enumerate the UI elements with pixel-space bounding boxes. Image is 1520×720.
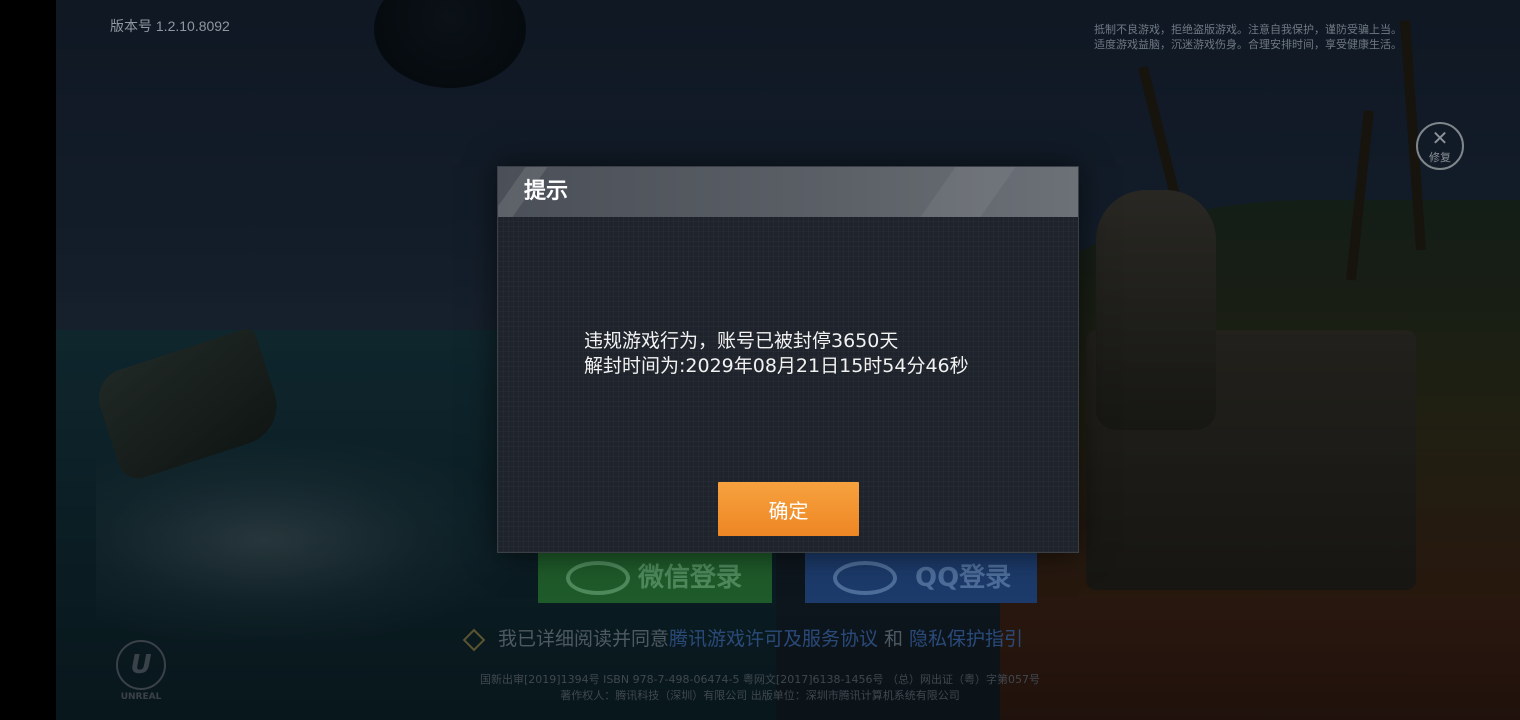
dialog-title: 提示 <box>524 179 569 204</box>
health-notice-line: 抵制不良游戏，拒绝盗版游戏。注意自我保护，谨防受骗上当。 <box>1094 23 1402 36</box>
dialog-message: 违规游戏行为，账号已被封停3650天 解封时间为:2029年08月21日15时5… <box>584 329 969 379</box>
privacy-guide-link[interactable]: 隐私保护指引 <box>909 628 1023 650</box>
agreement-and: 和 <box>884 628 904 650</box>
agreement-row: 我已详细阅读并同意腾讯游戏许可及服务协议和隐私保护指引 <box>460 624 1023 654</box>
unreal-engine-logo: U UNREAL <box>108 640 174 710</box>
wechat-login-button[interactable]: 微信登录 <box>538 553 772 603</box>
ban-duration-text: 违规游戏行为，账号已被封停3650天 <box>584 330 899 352</box>
unban-time-text: 解封时间为:2029年08月21日15时54分46秒 <box>584 355 969 377</box>
qq-penguin-icon <box>833 561 897 595</box>
health-notice-line: 适度游戏益脑，沉迷游戏伤身。合理安排时间，享受健康生活。 <box>1094 38 1402 51</box>
license-line: 国新出审[2019]1394号 ISBN 978-7-498-06474-5 粤… <box>480 673 1040 686</box>
qq-login-label: QQ登录 <box>915 563 1012 593</box>
ban-notice-dialog: 提示 违规游戏行为，账号已被封停3650天 解封时间为:2029年08月21日1… <box>497 166 1079 553</box>
unreal-logo-text: UNREAL <box>120 692 162 702</box>
service-agreement-link[interactable]: 腾讯游戏许可及服务协议 <box>669 628 878 650</box>
header-stripe <box>920 167 1016 217</box>
version-label: 版本号 1.2.10.8092 <box>110 18 230 34</box>
qq-login-button[interactable]: QQ登录 <box>805 553 1037 603</box>
agreement-checkbox[interactable] <box>462 628 486 651</box>
dialog-header: 提示 <box>498 167 1078 217</box>
wechat-icon <box>566 561 630 595</box>
unreal-logo-icon: U <box>116 640 166 690</box>
agreement-prefix: 我已详细阅读并同意 <box>498 628 670 650</box>
repair-button[interactable]: ✕ 修复 <box>1416 122 1464 170</box>
game-screen: 版本号 1.2.10.8092 抵制不良游戏，拒绝盗版游戏。注意自我保护，谨防受… <box>0 0 1520 720</box>
repair-label: 修复 <box>1429 151 1451 164</box>
confirm-button[interactable]: 确定 <box>718 482 859 536</box>
health-notice: 抵制不良游戏，拒绝盗版游戏。注意自我保护，谨防受骗上当。 适度游戏益脑，沉迷游戏… <box>1094 22 1464 52</box>
copyright-line: 著作权人：腾讯科技（深圳）有限公司 出版单位：深圳市腾讯计算机系统有限公司 <box>560 689 960 702</box>
wrench-icon: ✕ <box>1431 126 1449 150</box>
wechat-login-label: 微信登录 <box>638 563 743 593</box>
